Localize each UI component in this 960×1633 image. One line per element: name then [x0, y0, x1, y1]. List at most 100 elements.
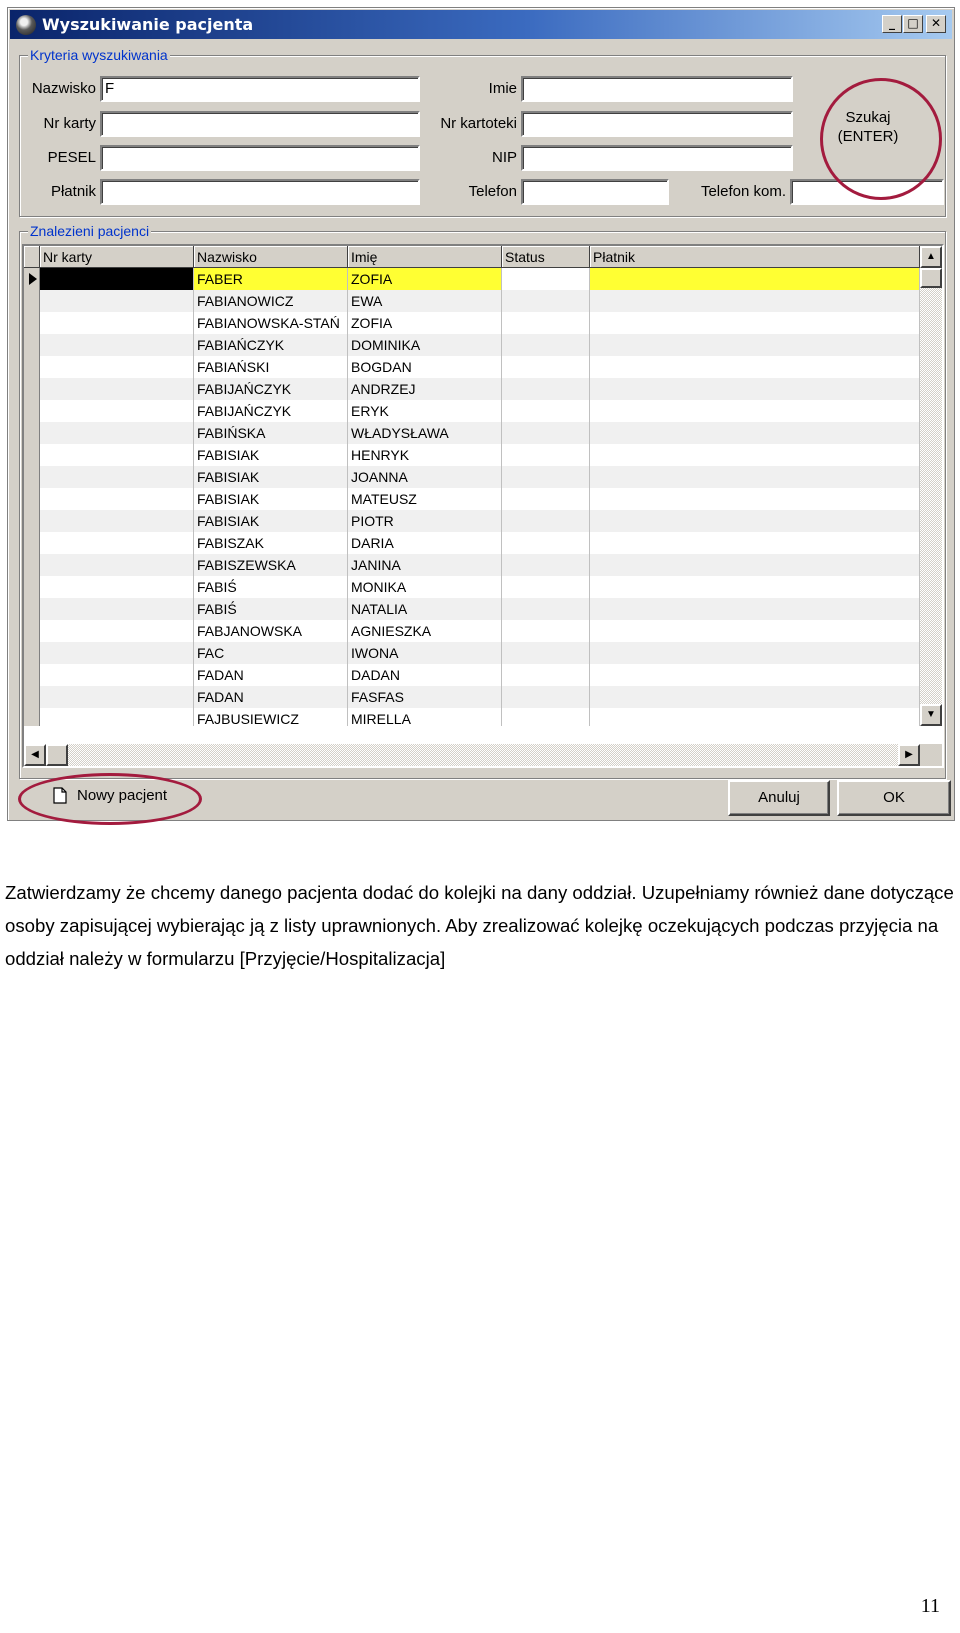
cell-nazwisko[interactable]: FABISZAK: [194, 532, 348, 554]
cell-platnik[interactable]: [590, 444, 920, 466]
cell-nr-karty[interactable]: [40, 378, 194, 400]
cell-status[interactable]: [502, 466, 590, 488]
cell-status[interactable]: [502, 532, 590, 554]
row-indicator[interactable]: [24, 378, 40, 400]
cell-status[interactable]: [502, 444, 590, 466]
cell-status[interactable]: [502, 554, 590, 576]
cell-imie[interactable]: IWONA: [348, 642, 502, 664]
table-row[interactable]: FABIANOWICZ EWA: [24, 290, 920, 312]
cell-imie[interactable]: BOGDAN: [348, 356, 502, 378]
cell-imie[interactable]: FASFAS: [348, 686, 502, 708]
cell-nazwisko[interactable]: FABIAŃCZYK: [194, 334, 348, 356]
cell-nazwisko[interactable]: FABIAŃSKI: [194, 356, 348, 378]
cell-nazwisko[interactable]: FABIANOWSKA-STAŃ: [194, 312, 348, 334]
cell-nr-karty[interactable]: [40, 334, 194, 356]
cell-platnik[interactable]: [590, 642, 920, 664]
nip-input[interactable]: [521, 145, 793, 171]
new-patient-button[interactable]: Nowy pacjent: [45, 779, 195, 812]
cell-status[interactable]: [502, 422, 590, 444]
row-indicator[interactable]: [24, 642, 40, 664]
row-indicator[interactable]: [24, 708, 40, 726]
cell-status[interactable]: [502, 356, 590, 378]
row-indicator[interactable]: [24, 576, 40, 598]
cell-status[interactable]: [502, 312, 590, 334]
cell-nr-karty[interactable]: [40, 554, 194, 576]
cell-imie[interactable]: ZOFIA: [348, 268, 502, 290]
table-row[interactable]: FABISIAK PIOTR: [24, 510, 920, 532]
cell-imie[interactable]: AGNIESZKA: [348, 620, 502, 642]
row-indicator[interactable]: [24, 334, 40, 356]
row-indicator[interactable]: [24, 444, 40, 466]
cell-nazwisko[interactable]: FABIJAŃCZYK: [194, 400, 348, 422]
cell-nr-karty[interactable]: [40, 268, 194, 290]
title-bar[interactable]: Wyszukiwanie pacjenta _ □ ✕: [10, 10, 952, 39]
cell-platnik[interactable]: [590, 488, 920, 510]
nazwisko-input[interactable]: F: [100, 76, 420, 102]
cell-platnik[interactable]: [590, 312, 920, 334]
cell-platnik[interactable]: [590, 708, 920, 726]
cell-imie[interactable]: EWA: [348, 290, 502, 312]
row-indicator[interactable]: [24, 312, 40, 334]
row-indicator[interactable]: [24, 488, 40, 510]
cell-platnik[interactable]: [590, 356, 920, 378]
cell-status[interactable]: [502, 576, 590, 598]
cell-status[interactable]: [502, 620, 590, 642]
cell-nazwisko[interactable]: FABISIAK: [194, 444, 348, 466]
cell-nazwisko[interactable]: FABJANOWSKA: [194, 620, 348, 642]
cell-platnik[interactable]: [590, 466, 920, 488]
cell-nazwisko[interactable]: FABIJAŃCZYK: [194, 378, 348, 400]
cell-status[interactable]: [502, 334, 590, 356]
table-row[interactable]: FADAN FASFAS: [24, 686, 920, 708]
table-row[interactable]: FABISIAK HENRYK: [24, 444, 920, 466]
row-indicator[interactable]: [24, 532, 40, 554]
cell-imie[interactable]: DARIA: [348, 532, 502, 554]
cell-nazwisko[interactable]: FABISZEWSKA: [194, 554, 348, 576]
cell-status[interactable]: [502, 400, 590, 422]
cell-nr-karty[interactable]: [40, 708, 194, 726]
col-header-imie[interactable]: Imię: [348, 246, 502, 268]
table-row[interactable]: FABISIAK JOANNA: [24, 466, 920, 488]
cell-nr-karty[interactable]: [40, 444, 194, 466]
cell-platnik[interactable]: [590, 554, 920, 576]
cell-platnik[interactable]: [590, 334, 920, 356]
cell-nr-karty[interactable]: [40, 488, 194, 510]
cell-nr-karty[interactable]: [40, 664, 194, 686]
row-indicator[interactable]: [24, 400, 40, 422]
cell-platnik[interactable]: [590, 290, 920, 312]
cell-platnik[interactable]: [590, 532, 920, 554]
cell-imie[interactable]: JOANNA: [348, 466, 502, 488]
cell-nr-karty[interactable]: [40, 290, 194, 312]
cell-status[interactable]: [502, 642, 590, 664]
row-indicator[interactable]: [24, 598, 40, 620]
cell-status[interactable]: [502, 378, 590, 400]
cell-platnik[interactable]: [590, 686, 920, 708]
cell-nazwisko[interactable]: FAC: [194, 642, 348, 664]
minimize-button[interactable]: _: [882, 15, 902, 33]
row-indicator[interactable]: [24, 466, 40, 488]
cell-imie[interactable]: JANINA: [348, 554, 502, 576]
scroll-down-button[interactable]: ▼: [920, 704, 942, 726]
table-row[interactable]: FABIANOWSKA-STAŃ ZOFIA: [24, 312, 920, 334]
cell-imie[interactable]: ANDRZEJ: [348, 378, 502, 400]
cell-imie[interactable]: HENRYK: [348, 444, 502, 466]
cell-platnik[interactable]: [590, 664, 920, 686]
telefon-input[interactable]: [521, 179, 669, 205]
vertical-scroll-thumb[interactable]: [920, 268, 942, 288]
table-row[interactable]: FABIŚ MONIKA: [24, 576, 920, 598]
cell-imie[interactable]: PIOTR: [348, 510, 502, 532]
cell-nazwisko[interactable]: FABIŚ: [194, 576, 348, 598]
cell-status[interactable]: [502, 268, 590, 290]
cell-nr-karty[interactable]: [40, 466, 194, 488]
scroll-up-button[interactable]: ▲: [920, 246, 942, 268]
table-row[interactable]: FABIJAŃCZYK ANDRZEJ: [24, 378, 920, 400]
cell-imie[interactable]: ZOFIA: [348, 312, 502, 334]
cell-status[interactable]: [502, 664, 590, 686]
table-row[interactable]: FABIŚ NATALIA: [24, 598, 920, 620]
row-indicator[interactable]: [24, 510, 40, 532]
cell-nr-karty[interactable]: [40, 642, 194, 664]
cell-platnik[interactable]: [590, 620, 920, 642]
col-header-nazwisko[interactable]: Nazwisko: [194, 246, 348, 268]
table-row[interactable]: FABISIAK MATEUSZ: [24, 488, 920, 510]
row-indicator[interactable]: [24, 422, 40, 444]
row-indicator[interactable]: [24, 620, 40, 642]
